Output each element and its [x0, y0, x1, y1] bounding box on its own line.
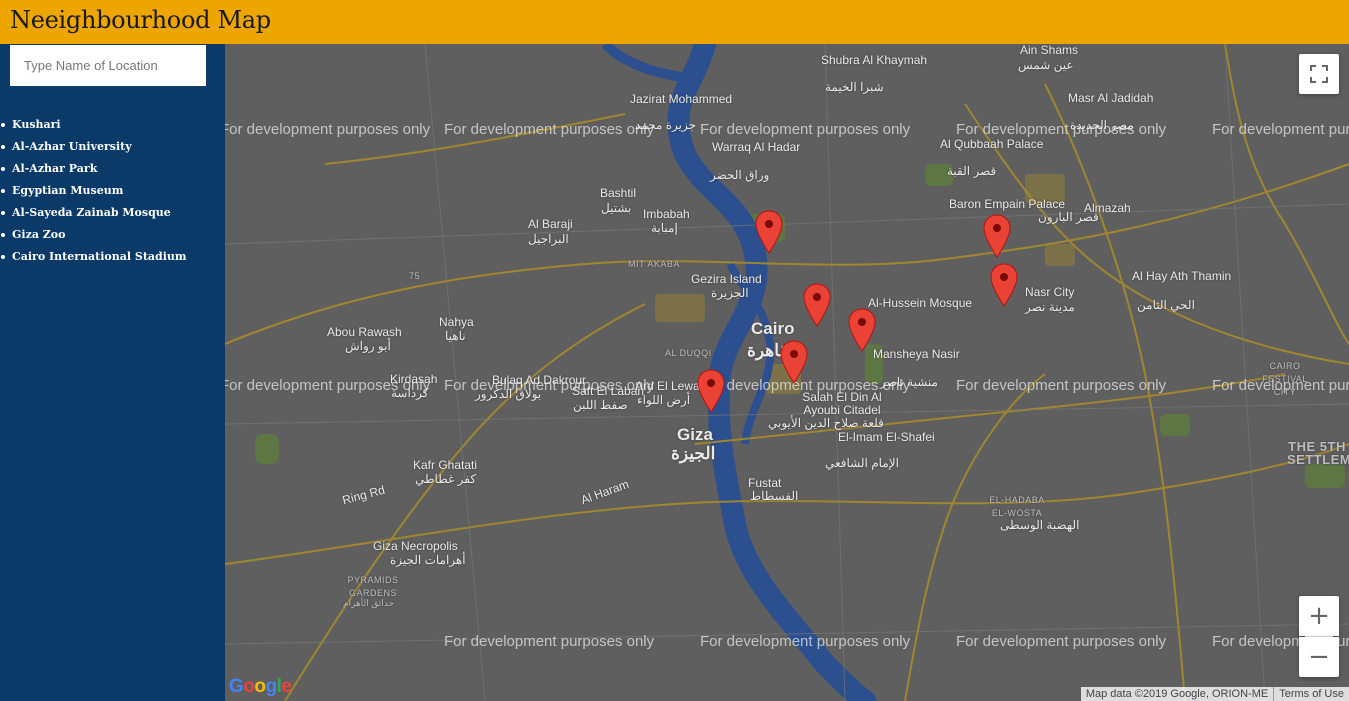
map-marker[interactable]	[848, 308, 876, 352]
map-label: Nasr City	[1025, 285, 1075, 299]
map-label: Nahya	[439, 315, 474, 329]
watermark: For development purposes only	[1212, 121, 1349, 138]
map-label: وراق الحضر	[710, 168, 770, 182]
zoom-in-button[interactable]: +	[1299, 596, 1339, 636]
map-label: Warraq Al Hadar	[712, 140, 801, 154]
watermark: For development purposes only	[225, 377, 431, 394]
map-label: ناهيا	[445, 329, 466, 343]
list-item[interactable]: Al-Sayeda Zainab Mosque	[0, 204, 187, 226]
map-label: الجزيرة	[711, 286, 749, 300]
plus-icon: +	[1308, 601, 1330, 631]
zoom-out-button[interactable]: −	[1299, 637, 1339, 677]
list-item[interactable]: Egyptian Museum	[0, 182, 187, 204]
watermark: For development purposes only	[700, 633, 911, 650]
map-label: أرض اللواء	[637, 393, 691, 407]
map-marker[interactable]	[755, 210, 783, 254]
list-item[interactable]: Al-Azhar University	[0, 138, 187, 160]
map-label: Al Baraji	[528, 217, 573, 231]
map-label: قصر القبة	[947, 164, 997, 178]
map-label: الجيزة	[671, 444, 716, 463]
map-label: شبرا الخيمة	[825, 80, 884, 94]
map-label: Al Hay Ath Thamin	[1132, 269, 1232, 283]
watermark: For development purposes only	[444, 377, 655, 394]
map-label: 75	[409, 271, 421, 281]
map-label: الهضبة الوسطى	[1000, 518, 1080, 532]
map-label: صفط اللبن	[573, 398, 628, 412]
fullscreen-button[interactable]	[1299, 54, 1339, 94]
app-title: Neeighbourhood Map	[10, 6, 271, 34]
map-label: Mansheya Nasir	[873, 347, 960, 361]
map-label: Bashtil	[600, 186, 637, 200]
map-label: El-Imam El-Shafei	[838, 430, 935, 444]
map-label: Jazirat Mohammed	[630, 92, 733, 106]
map-label: Cairo	[751, 319, 795, 338]
map-marker[interactable]	[780, 340, 808, 384]
map-label: الفسطاط	[750, 489, 799, 503]
map-label: Gezira Island	[691, 272, 762, 286]
map-marker[interactable]	[697, 369, 725, 413]
list-item[interactable]: Kushari	[0, 116, 187, 138]
map-label: حدائق الأهرام	[343, 598, 395, 608]
map-marker[interactable]	[803, 283, 831, 327]
map-label: Al Qubbaah Palace	[940, 137, 1044, 151]
map-label: EL-HADABA EL-WOSTA	[989, 495, 1045, 518]
map-label: AL DUQQI	[665, 348, 712, 358]
watermark: For development purposes only	[444, 121, 655, 138]
terms-of-use-link[interactable]: Terms of Use	[1273, 687, 1349, 701]
map-attribution: Map data ©2019 Google, ORION-ME Terms of…	[1080, 687, 1349, 701]
google-logo[interactable]: Google	[229, 676, 292, 698]
map-label: الإمام الشافعي	[825, 456, 899, 470]
map-label: البراجيل	[528, 232, 569, 246]
watermark: For development purposes only	[444, 633, 655, 650]
map-label: Ain Shams	[1020, 44, 1079, 57]
map-label: Shubra Al Khaymah	[821, 53, 928, 67]
watermark: For development purposes only	[956, 377, 1167, 394]
list-item[interactable]: Cairo International Stadium	[0, 248, 187, 270]
watermark: For development purposes only	[1212, 377, 1349, 394]
map-label: مدينة نصر	[1025, 300, 1075, 314]
attribution-text: Map data ©2019 Google, ORION-ME	[1085, 688, 1269, 700]
map-label: Imbabah	[643, 207, 690, 221]
watermark: For development purposes only	[700, 121, 911, 138]
map-label: Al-Hussein Mosque	[868, 296, 973, 310]
map-label: Almazah	[1084, 201, 1131, 215]
map[interactable]: Ain Shams عين شمس Shubra Al Khaymah شبرا…	[225, 44, 1349, 701]
map-label: أهرامات الجيزة	[390, 553, 466, 567]
map-label: Kafr Ghatati	[413, 458, 478, 472]
app-header: Neeighbourhood Map	[0, 0, 1349, 44]
map-label: قلعة صلاح الدين الأيوبي	[768, 416, 884, 430]
map-label: Abou Rawash	[327, 325, 402, 339]
sidebar: Kushari Al-Azhar University Al-Azhar Par…	[0, 44, 225, 701]
map-label: بشتيل	[601, 201, 632, 215]
fullscreen-icon	[1310, 65, 1328, 83]
watermark: For development purposes only	[225, 121, 431, 138]
map-label: عين شمس	[1018, 58, 1074, 72]
map-marker[interactable]	[983, 214, 1011, 258]
location-list: Kushari Al-Azhar University Al-Azhar Par…	[0, 116, 187, 270]
map-label: الحي الثامن	[1137, 298, 1195, 312]
map-label: Giza Necropolis	[373, 539, 458, 553]
watermark: For development purposes only	[956, 633, 1167, 650]
map-marker[interactable]	[990, 263, 1018, 307]
list-item[interactable]: Giza Zoo	[0, 226, 187, 248]
map-label: THE 5TH SETTLEMENT	[1287, 439, 1349, 467]
list-item[interactable]: Al-Azhar Park	[0, 160, 187, 182]
minus-icon: −	[1308, 642, 1330, 672]
watermark: For development purposes only	[956, 121, 1167, 138]
map-label: MIT AKABA	[628, 259, 680, 269]
map-label: Masr Al Jadidah	[1068, 91, 1154, 105]
location-search-input[interactable]	[10, 45, 206, 86]
map-label: إمبابة	[651, 221, 678, 235]
map-label: Salah El Din Al Ayoubi Citadel	[802, 390, 882, 417]
map-label: أبو رواش	[345, 339, 391, 353]
map-label: Giza	[677, 425, 713, 444]
map-label: كفر غطاطي	[415, 472, 477, 486]
